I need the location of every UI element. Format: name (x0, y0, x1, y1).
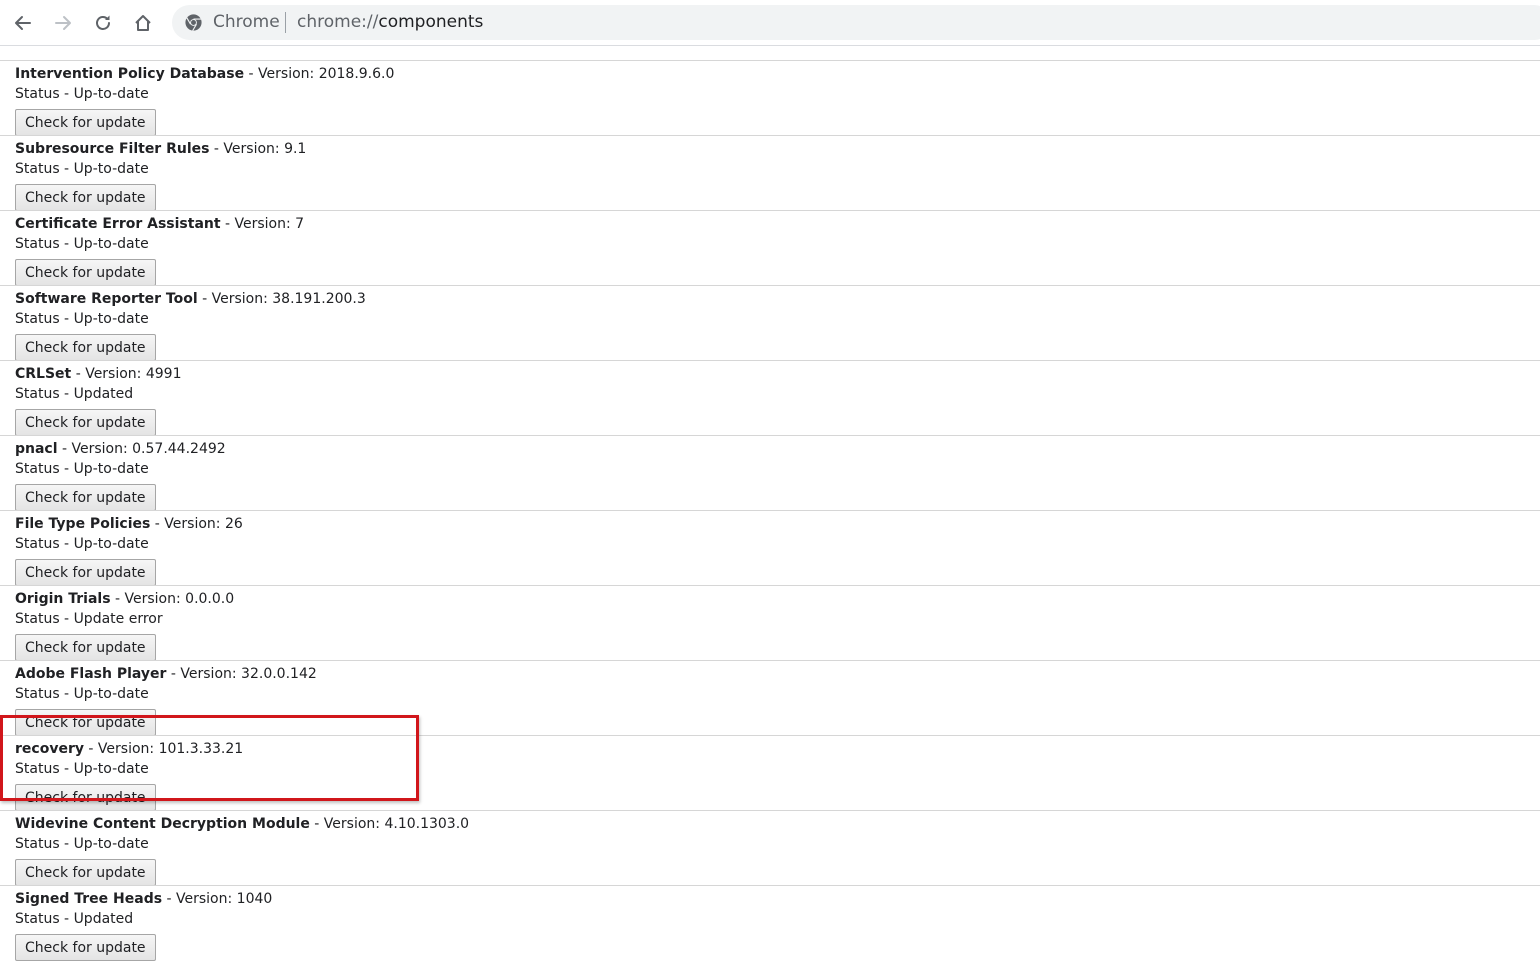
component-name: Software Reporter Tool (15, 291, 198, 307)
component-entry: Certificate Error Assistant - Version: 7… (0, 210, 1540, 286)
address-bar[interactable]: Chrome chrome://components (172, 5, 1540, 40)
component-entry: Intervention Policy Database - Version: … (0, 60, 1540, 136)
component-name: Subresource Filter Rules (15, 141, 210, 157)
component-title: CRLSet - Version: 4991 (15, 364, 1540, 384)
component-entry: Check for update (0, 46, 1540, 60)
component-version: - Version: 9.1 (209, 141, 307, 157)
component-name: File Type Policies (15, 516, 151, 532)
component-version: - Version: 4991 (71, 366, 182, 382)
component-entry: CRLSet - Version: 4991 Status - Updated Ch… (0, 360, 1540, 436)
component-version: - Version: 2018.9.6.0 (244, 66, 395, 82)
component-status: Status - Up-to-date (15, 686, 149, 702)
component-name: Intervention Policy Database (15, 66, 245, 82)
check-for-update-button[interactable]: Check for update (15, 709, 156, 736)
browser-toolbar: Chrome chrome://components (0, 0, 1540, 46)
components-page: Check for update Intervention Policy Data… (0, 46, 1540, 971)
forward-arrow-icon (55, 16, 71, 30)
chip-separator (285, 12, 286, 33)
component-status: Status - Up-to-date (15, 236, 149, 252)
component-version: - Version: 4.10.1303.0 (309, 816, 470, 832)
component-title: Subresource Filter Rules - Version: 9.1 (15, 139, 1540, 159)
component-version: - Version: 1040 (162, 891, 273, 907)
component-version: - Version: 38.191.200.3 (197, 291, 366, 307)
component-title: Widevine Content Decryption Module - Ver… (15, 814, 1540, 834)
component-entry: Signed Tree Heads - Version: 1040 Status … (0, 885, 1540, 961)
chrome-chip-label: Chrome (213, 12, 280, 32)
component-title: Software Reporter Tool - Version: 38.191… (15, 289, 1540, 309)
component-entry: File Type Policies - Version: 26 Status -… (0, 510, 1540, 586)
component-name: pnacl (15, 441, 58, 457)
check-for-update-button[interactable]: Check for update (15, 484, 156, 511)
forward-button[interactable] (48, 8, 78, 38)
check-for-update-button[interactable]: Check for update (15, 784, 156, 811)
check-for-update-button[interactable]: Check for update (15, 109, 156, 136)
back-button[interactable] (8, 8, 38, 38)
component-entry: pnacl - Version: 0.57.44.2492 Status - Up… (0, 435, 1540, 511)
component-entry: Software Reporter Tool - Version: 38.191… (0, 285, 1540, 361)
component-title: Origin Trials - Version: 0.0.0.0 (15, 589, 1540, 609)
component-status: Status - Up-to-date (15, 86, 149, 102)
component-name: Adobe Flash Player (15, 666, 167, 682)
chrome-logo-icon (185, 14, 202, 32)
home-button[interactable] (128, 8, 158, 38)
component-name: Signed Tree Heads (15, 891, 163, 907)
component-entry: Subresource Filter Rules - Version: 9.1 S… (0, 135, 1540, 211)
component-name: Origin Trials (15, 591, 111, 607)
reload-button[interactable] (88, 8, 118, 38)
check-for-update-button[interactable]: Check for update (15, 934, 156, 961)
component-version: - Version: 101.3.33.21 (83, 741, 244, 757)
component-title: Certificate Error Assistant - Version: 7 (15, 214, 1540, 234)
component-status: Status - Up-to-date (15, 161, 149, 177)
component-name: recovery (15, 741, 84, 757)
check-for-update-button[interactable]: Check for update (15, 559, 156, 586)
component-status: Status - Updated (15, 911, 134, 927)
url-host: components (378, 12, 484, 32)
component-title: recovery - Version: 101.3.33.21 (15, 739, 1540, 759)
component-entry: Widevine Content Decryption Module - Ver… (0, 810, 1540, 886)
component-version: - Version: 32.0.0.142 (166, 666, 317, 682)
check-for-update-button[interactable]: Check for update (15, 859, 156, 886)
component-title: pnacl - Version: 0.57.44.2492 (15, 439, 1540, 459)
home-icon (135, 15, 151, 31)
component-status: Status - Up-to-date (15, 311, 149, 327)
component-entry: Adobe Flash Player - Version: 32.0.0.142… (0, 660, 1540, 736)
reload-icon (96, 15, 110, 30)
component-version: - Version: 0.57.44.2492 (57, 441, 226, 457)
component-version: - Version: 0.0.0.0 (110, 591, 235, 607)
component-name: CRLSet (15, 366, 72, 382)
component-title: Signed Tree Heads - Version: 1040 (15, 889, 1540, 909)
component-status: Status - Up-to-date (15, 836, 149, 852)
component-title: Adobe Flash Player - Version: 32.0.0.142 (15, 664, 1540, 684)
component-version: - Version: 7 (220, 216, 305, 232)
component-status: Status - Up-to-date (15, 461, 149, 477)
component-status: Status - Up-to-date (15, 761, 149, 777)
component-title: Intervention Policy Database - Version: … (15, 64, 1540, 84)
component-entry: recovery - Version: 101.3.33.21 Status - … (0, 735, 1540, 811)
component-status: Status - Updated (15, 386, 134, 402)
component-name: Widevine Content Decryption Module (15, 816, 310, 832)
check-for-update-button[interactable]: Check for update (15, 259, 156, 286)
check-for-update-button[interactable]: Check for update (15, 334, 156, 361)
component-title: File Type Policies - Version: 26 (15, 514, 1540, 534)
component-list: Check for update Intervention Policy Data… (0, 46, 1540, 961)
component-name: Certificate Error Assistant (15, 216, 221, 232)
component-entry: Origin Trials - Version: 0.0.0.0 Status -… (0, 585, 1540, 661)
url-scheme: chrome:// (297, 12, 379, 32)
component-status: Status - Up-to-date (15, 536, 149, 552)
check-for-update-button[interactable]: Check for update (15, 634, 156, 661)
back-arrow-icon (15, 16, 31, 30)
check-for-update-button[interactable]: Check for update (15, 409, 156, 436)
component-version: - Version: 26 (150, 516, 243, 532)
check-for-update-button[interactable]: Check for update (15, 184, 156, 211)
url-text[interactable]: chrome://components (297, 12, 483, 33)
component-status: Status - Update error (15, 611, 163, 627)
